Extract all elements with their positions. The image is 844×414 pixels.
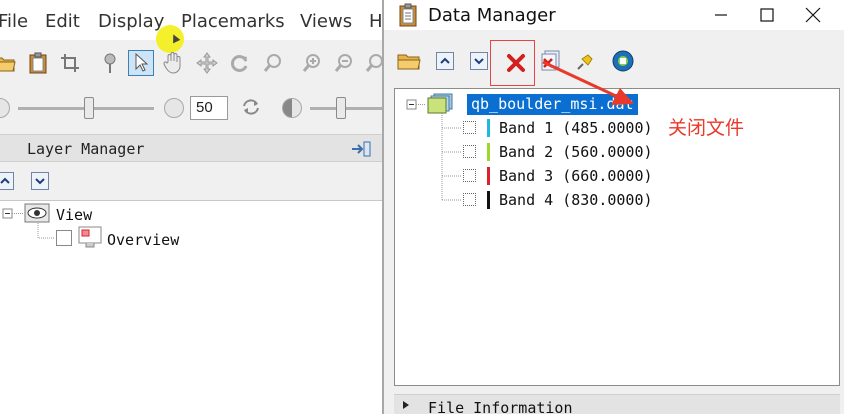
annotation-label: 关闭文件 [668,117,745,139]
annotation-arrow [542,60,634,105]
